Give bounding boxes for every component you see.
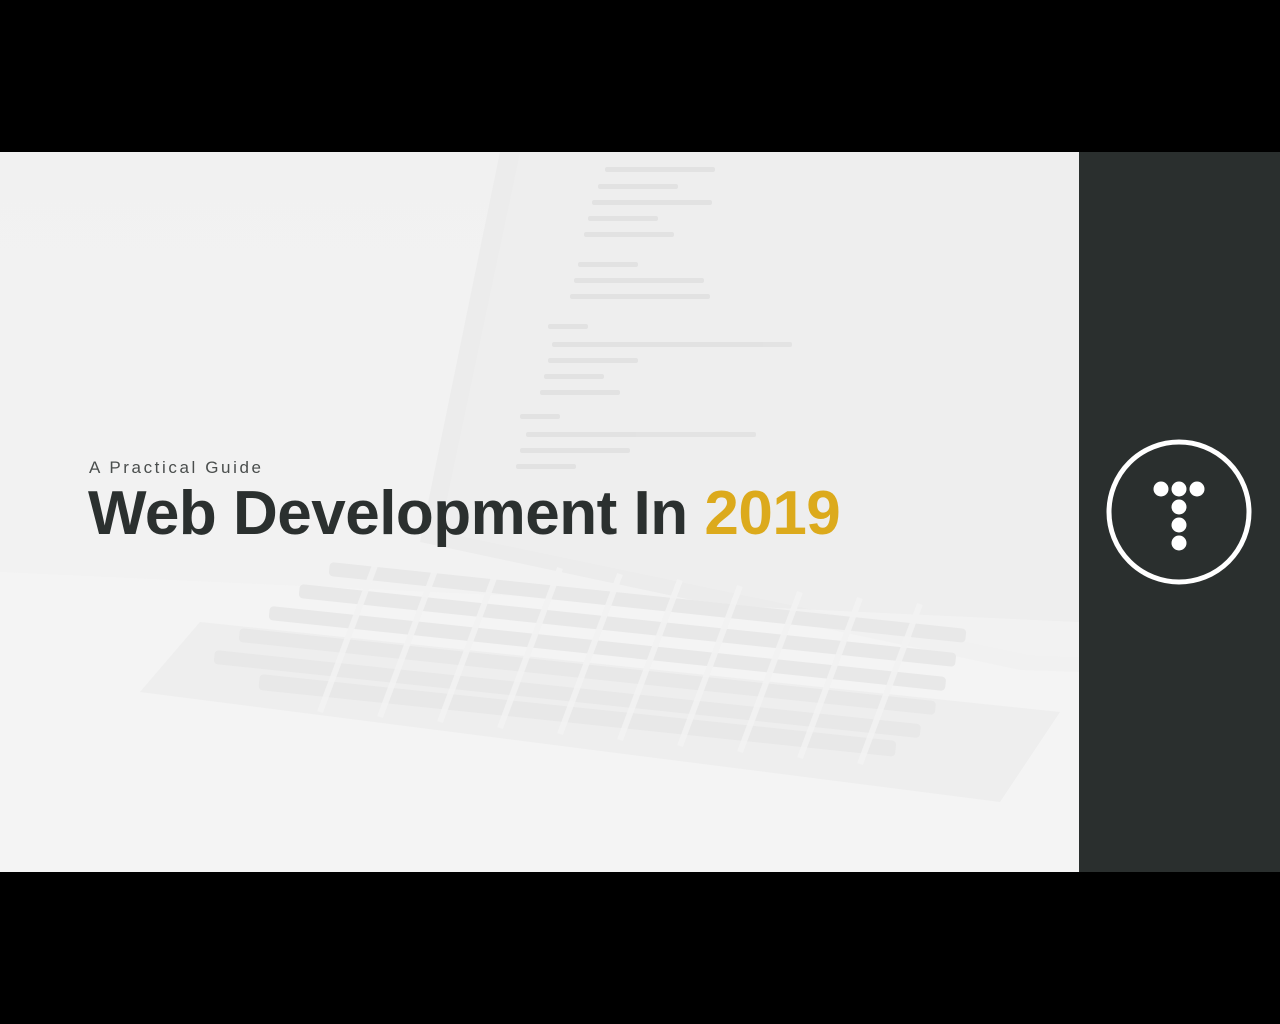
letterbox-bottom [0,872,1280,1024]
slide-subtitle: A Practical Guide [89,458,264,477]
video-frame: A Practical Guide Web Development In 201… [0,0,1280,1024]
slide-title: Web Development In 2019 [88,478,841,550]
slide-title-main: Web Development In [88,479,688,548]
hero-area: A Practical Guide Web Development In 201… [0,152,1079,872]
title-slide: A Practical Guide Web Development In 201… [0,152,1280,872]
slide-title-year: 2019 [704,479,841,548]
treehouse-logo-icon [1106,439,1252,585]
letterbox-top [0,0,1280,152]
